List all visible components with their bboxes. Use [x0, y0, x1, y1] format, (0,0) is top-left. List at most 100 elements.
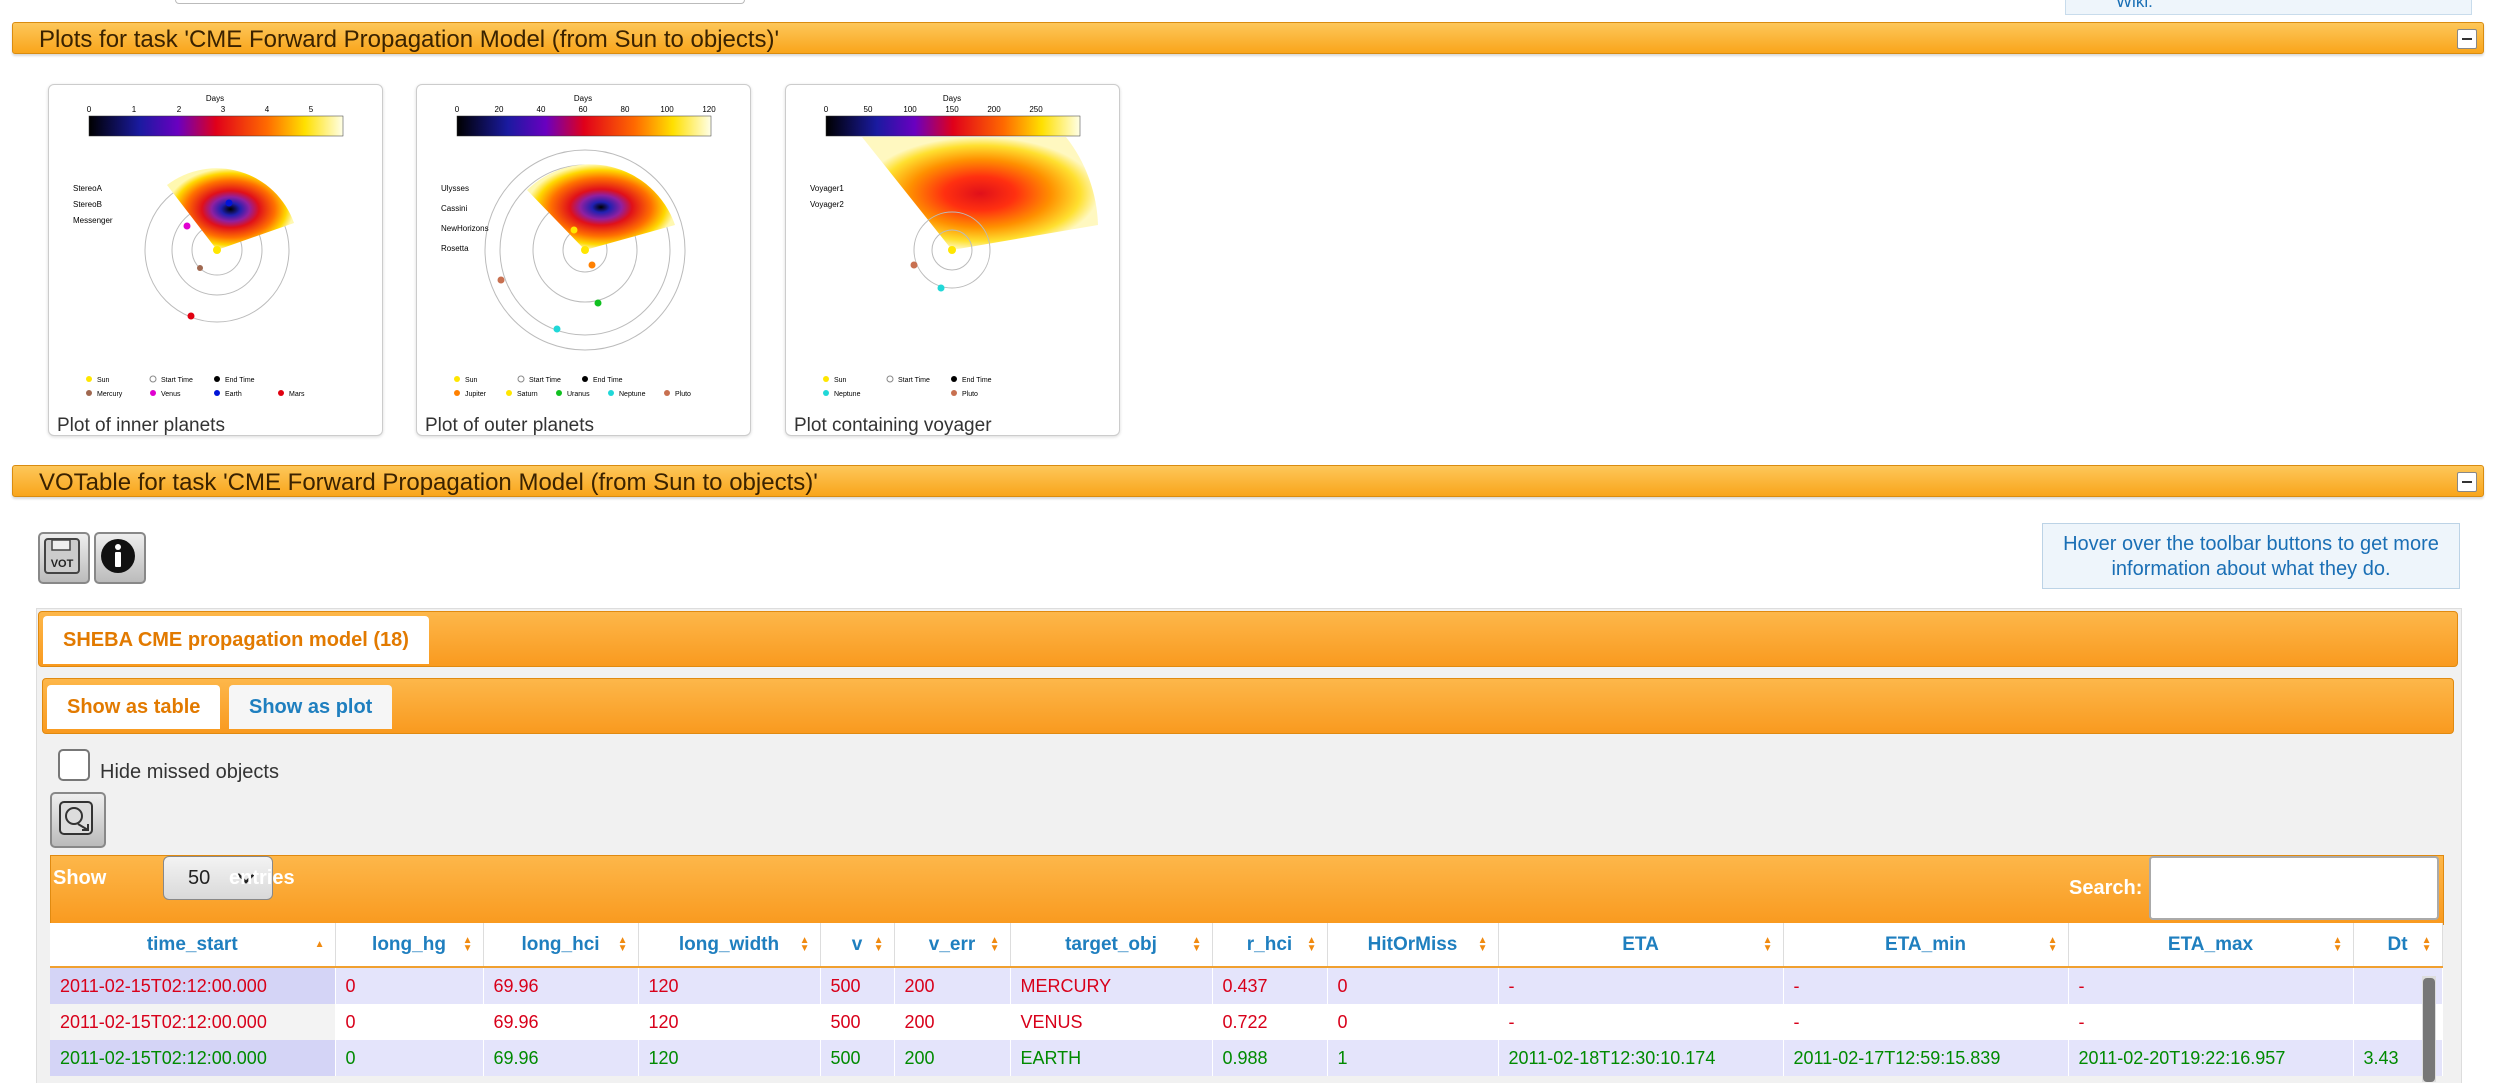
sun-marker [581, 246, 589, 254]
hide-missed-checkbox[interactable] [58, 749, 90, 781]
plot-card-outer-planets[interactable]: Days 0 20 40 60 80 100 120 Ulysses Cassi… [416, 84, 751, 436]
table-cell: 200 [894, 1004, 1011, 1040]
column-header[interactable]: ETA_max ▲ ▼ [2068, 923, 2354, 968]
column-header[interactable]: target_obj ▲ ▼ [1010, 923, 1213, 968]
mars-marker [187, 312, 195, 320]
legend-neptune: Neptune [619, 391, 646, 398]
table-cell: 120 [638, 1040, 821, 1076]
plot-card-inner-planets[interactable]: Days 0 1 2 3 4 5 StereoA StereoB Messeng… [48, 84, 383, 436]
table-cell: 1 [1327, 1040, 1499, 1076]
colorbar-tick: 5 [309, 105, 314, 114]
table-cell: 0.437 [1212, 967, 1328, 1004]
legend-start-time: Start Time [529, 377, 561, 384]
table-cell: 120 [638, 967, 821, 1004]
legend-sun: Sun [97, 377, 110, 384]
column-header[interactable]: ETA ▲ ▼ [1498, 923, 1784, 968]
column-header[interactable]: ETA_min ▲ ▼ [1783, 923, 2069, 968]
column-header[interactable]: long_hg ▲ ▼ [335, 923, 484, 968]
tab-sheba-model[interactable]: SHEBA CME propagation model (18) [43, 616, 429, 664]
tab-show-as-plot[interactable]: Show as plot [229, 685, 393, 729]
legend-item: Rosetta [441, 244, 469, 253]
plots-section-header[interactable]: Plots for task 'CME Forward Propagation … [12, 22, 2484, 54]
toolbar-hint: Hover over the toolbar buttons to get mo… [2042, 523, 2460, 589]
colorbar-tick: 40 [537, 105, 546, 114]
table-header-row: time_start ▲ long_hg ▲ ▼ long_hci ▲ ▼ long_wi… [50, 923, 2443, 968]
table-scrollbar[interactable] [2422, 976, 2436, 1082]
table-row[interactable]: 2011-02-15T02:12:00.000 0 69.96 120 500 … [50, 967, 2443, 1004]
neptune-marker [937, 284, 945, 292]
column-header[interactable]: Dt ▲ ▼ [2353, 923, 2443, 968]
export-icon [59, 801, 93, 835]
info-button[interactable] [94, 532, 146, 584]
table-cell: 500 [820, 967, 895, 1004]
cme-fan [527, 164, 675, 250]
top-search-input-edge[interactable] [175, 0, 745, 4]
table-row[interactable]: 2011-02-15T02:12:00.000 0 69.96 120 500 … [50, 1040, 2443, 1076]
colorbar-tick: 50 [864, 105, 873, 114]
sun-marker [948, 246, 956, 254]
column-header[interactable]: v ▲ ▼ [820, 923, 895, 968]
table-cell: 0 [335, 1004, 484, 1040]
entries-label: entries [229, 867, 295, 889]
neptune-marker [553, 325, 561, 333]
column-header[interactable]: time_start ▲ [50, 923, 336, 968]
wiki-link[interactable]: Wiki. [2116, 0, 2153, 12]
column-header[interactable]: r_hci ▲ ▼ [1212, 923, 1328, 968]
tab-show-as-table[interactable]: Show as table [47, 685, 221, 729]
colorbar [456, 115, 712, 137]
inner-planets-plot-image: Days 0 1 2 3 4 5 StereoA StereoB Messeng… [73, 94, 344, 398]
colorbar-label: Days [943, 94, 961, 103]
table-cell: 2011-02-18T12:30:10.174 [1498, 1040, 1784, 1076]
colorbar [825, 115, 1081, 137]
legend-item: NewHorizons [441, 224, 489, 233]
legend-venus: Venus [161, 391, 181, 398]
legend-mercury: Mercury [97, 391, 123, 398]
vot-save-button[interactable]: VOT [38, 532, 90, 584]
colorbar-tick: 100 [660, 105, 674, 114]
top-info-box: Wiki. [2065, 0, 2472, 15]
table-cell: 0 [1327, 967, 1499, 1004]
table-cell: 200 [894, 1040, 1011, 1076]
table-cell: 2011-02-15T02:12:00.000 [50, 967, 336, 1004]
jupiter-marker [588, 261, 596, 269]
colorbar-tick: 60 [579, 105, 588, 114]
legend-mars: Mars [289, 391, 305, 398]
votable-section-header[interactable]: VOTable for task 'CME Forward Propagatio… [12, 465, 2484, 497]
export-button[interactable] [50, 792, 106, 848]
legend-start-time: Start Time [898, 377, 930, 384]
colorbar-label: Days [574, 94, 592, 103]
table-cell: 120 [638, 1004, 821, 1040]
legend-sun: Sun [834, 377, 847, 384]
column-header[interactable]: long_hci ▲ ▼ [483, 923, 639, 968]
column-header[interactable]: long_width ▲ ▼ [638, 923, 821, 968]
search-input[interactable] [2149, 856, 2439, 920]
colorbar-tick: 200 [987, 105, 1001, 114]
collapse-plots-button[interactable] [2457, 29, 2477, 49]
colorbar-tick: 250 [1029, 105, 1043, 114]
plot-card-voyager[interactable]: Days 0 50 100 150 200 250 Voyager1 Voyag… [785, 84, 1120, 436]
table-cell: 2011-02-17T12:59:15.839 [1783, 1040, 2069, 1076]
cme-fan [862, 137, 1098, 250]
column-header[interactable]: v_err ▲ ▼ [894, 923, 1011, 968]
table-cell: EARTH [1010, 1040, 1213, 1076]
collapse-votable-button[interactable] [2457, 472, 2477, 492]
table-cell: - [1783, 1004, 2069, 1040]
plots-section-title: Plots for task 'CME Forward Propagation … [39, 26, 780, 53]
column-header[interactable]: HitOrMiss ▲ ▼ [1327, 923, 1499, 968]
table-cell: 500 [820, 1004, 895, 1040]
table-cell: - [2068, 967, 2354, 1004]
table-cell: VENUS [1010, 1004, 1213, 1040]
svg-text:VOT: VOT [51, 558, 74, 570]
sun-marker [213, 246, 221, 254]
table-cell: - [1498, 967, 1784, 1004]
datatable-controls: Show 50 entries Search: [50, 855, 2444, 925]
table-cell: 0 [335, 1040, 484, 1076]
outer-planets-plot-image: Days 0 20 40 60 80 100 120 Ulysses Cassi… [441, 94, 716, 398]
legend-end-time: End Time [962, 377, 992, 384]
pluto-marker [497, 276, 505, 284]
legend-uranus: Uranus [567, 391, 590, 398]
scrollbar-thumb[interactable] [2423, 978, 2435, 1082]
venus-marker [183, 222, 191, 230]
legend-pluto: Pluto [675, 391, 691, 398]
table-row[interactable]: 2011-02-15T02:12:00.000 0 69.96 120 500 … [50, 1004, 2443, 1040]
